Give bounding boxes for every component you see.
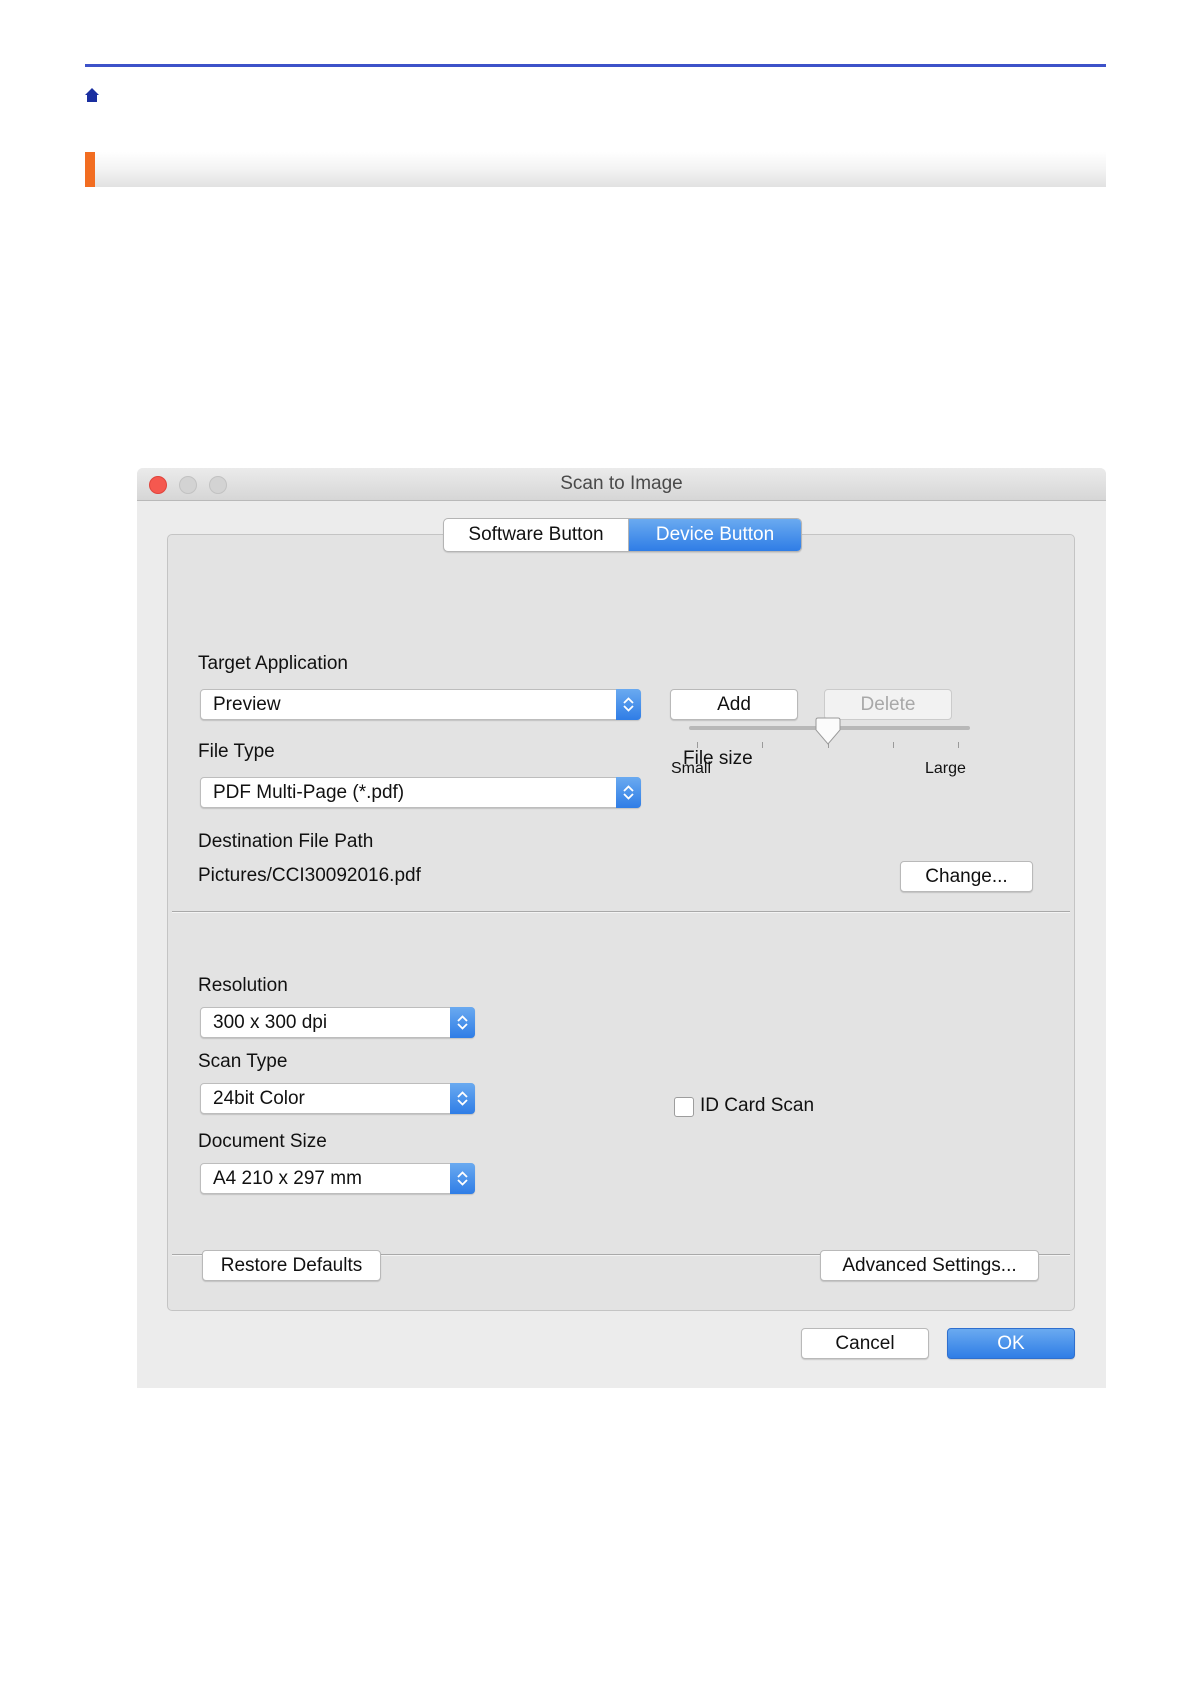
destination-path-value: Pictures/CCI30092016.pdf [198,865,421,886]
mode-tabs: Software Button Device Button [443,518,802,552]
top-rule [85,64,1106,67]
resolution-popup[interactable]: 300 x 300 dpi [200,1007,475,1038]
document-size-label: Document Size [198,1131,327,1152]
id-card-scan-label: ID Card Scan [700,1095,815,1116]
add-button[interactable]: Add [670,689,798,720]
cancel-button[interactable]: Cancel [801,1328,929,1359]
section-accent [85,152,95,187]
popup-arrows-icon [450,1163,475,1194]
slider-tick [697,742,698,748]
popup-arrows-icon [616,689,641,720]
scan-to-image-dialog: Scan to Image Target Application Preview… [137,468,1106,1388]
scan-type-popup[interactable]: 24bit Color [200,1083,475,1114]
restore-defaults-button[interactable]: Restore Defaults [202,1250,381,1281]
change-path-button[interactable]: Change... [900,861,1033,892]
settings-panel: Target Application Preview Add Delete Fi… [167,534,1075,1311]
destination-path-label: Destination File Path [198,831,374,852]
resolution-value: 300 x 300 dpi [213,1012,328,1033]
tab-device-button[interactable]: Device Button [629,519,801,551]
delete-button[interactable]: Delete [824,689,952,720]
document-size-popup[interactable]: A4 210 x 297 mm [200,1163,475,1194]
target-application-value: Preview [213,694,281,715]
ok-button[interactable]: OK [947,1328,1075,1359]
home-icon[interactable] [84,87,100,103]
slider-tick [958,742,959,748]
title-bar: Scan to Image [137,468,1106,501]
resolution-label: Resolution [198,975,288,996]
file-type-label: File Type [198,741,275,762]
popup-arrows-icon [616,777,641,808]
popup-arrows-icon [450,1007,475,1038]
window-title: Scan to Image [560,473,683,494]
scan-type-label: Scan Type [198,1051,288,1072]
file-type-popup[interactable]: PDF Multi-Page (*.pdf) [200,777,641,808]
file-size-max-label: Large [925,760,966,777]
id-card-scan-checkbox[interactable] [674,1097,694,1117]
document-size-value: A4 210 x 297 mm [213,1168,362,1189]
file-size-slider-thumb[interactable] [815,716,841,746]
target-application-label: Target Application [198,653,348,674]
tab-software-button[interactable]: Software Button [444,519,629,551]
advanced-settings-button[interactable]: Advanced Settings... [820,1250,1039,1281]
scan-type-value: 24bit Color [213,1088,305,1109]
section-heading-bar [85,152,1106,187]
slider-tick [762,742,763,748]
file-size-min-label: Small [671,760,712,777]
popup-arrows-icon [450,1083,475,1114]
file-type-value: PDF Multi-Page (*.pdf) [213,782,405,803]
panel-divider [172,911,1070,913]
target-application-popup[interactable]: Preview [200,689,641,720]
slider-tick [893,742,894,748]
